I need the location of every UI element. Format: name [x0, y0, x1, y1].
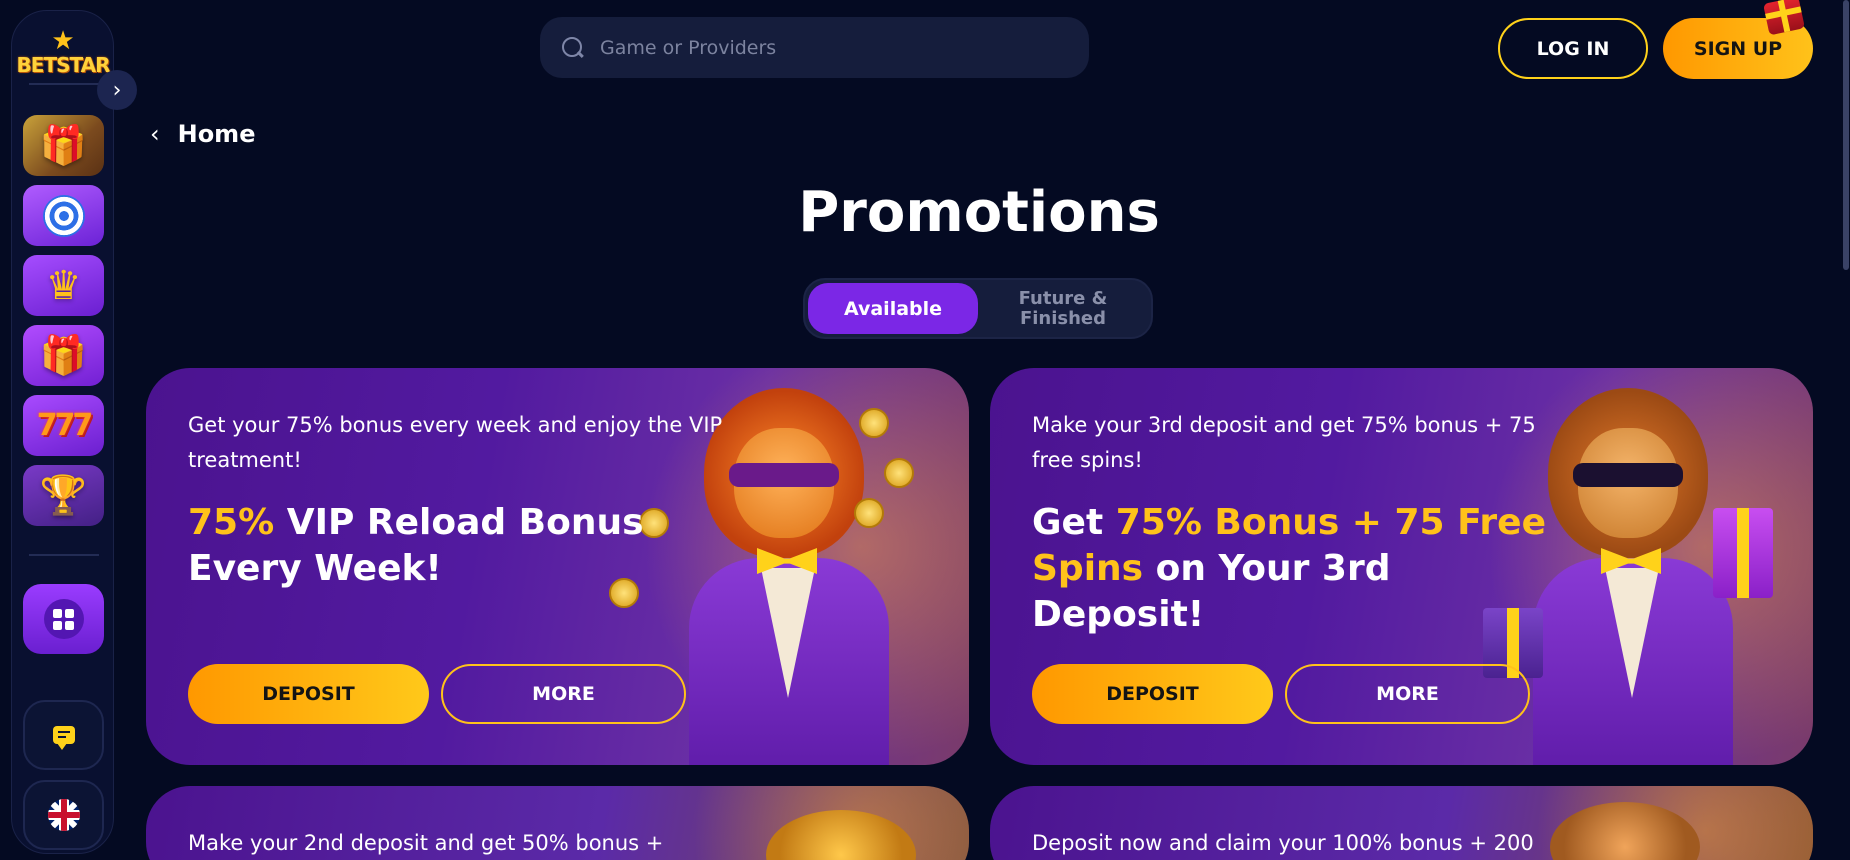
more-button[interactable]: MORE — [1285, 664, 1530, 724]
sidebar-item-crown[interactable]: ♛ — [23, 255, 104, 316]
sidebar-divider — [29, 554, 99, 556]
grid-icon — [43, 599, 84, 639]
more-button[interactable]: MORE — [441, 664, 686, 724]
promo-card-vip-reload: Get your 75% bonus every week and enjoy … — [146, 368, 969, 765]
sidebar-item-present[interactable]: 🎁 — [23, 325, 104, 386]
promo-card-2nd-deposit: Make your 2nd deposit and get 50% bonus … — [146, 786, 969, 860]
page-title: Promotions — [798, 180, 1160, 245]
sidebar: ★ BETSTAR 🎁 ♛ 🎁 777 🏆 — [11, 10, 114, 854]
tab-available[interactable]: Available — [808, 283, 978, 334]
promo-subtitle: Get your 75% bonus every week and enjoy … — [188, 413, 723, 472]
sidebar-item-trophy[interactable]: 🏆 — [23, 465, 104, 526]
chevron-left-icon[interactable]: ‹ — [150, 120, 160, 148]
language-button[interactable] — [23, 780, 104, 850]
promo-subtitle: Make your 2nd deposit and get 50% bonus … — [188, 831, 664, 855]
breadcrumb[interactable]: ‹ Home — [150, 118, 255, 150]
chat-icon — [52, 726, 75, 750]
promo-title: 75% VIP Reload Bonus Every Week! — [188, 502, 644, 589]
support-chat-button[interactable] — [23, 700, 104, 770]
present-icon: 🎁 — [39, 333, 88, 377]
apps-grid-button[interactable] — [23, 584, 104, 654]
promo-subtitle: Make your 3rd deposit and get 75% bonus … — [1032, 413, 1536, 472]
promo-subtitle: Deposit now and claim your 100% bonus + … — [1032, 831, 1534, 855]
crown-icon: ♛ — [45, 262, 82, 309]
promo-card-100-bonus: Deposit now and claim your 100% bonus + … — [990, 786, 1813, 860]
promotion-tabs: Available Future & Finished — [803, 278, 1153, 339]
sidebar-divider — [29, 83, 99, 85]
search-bar[interactable] — [540, 17, 1089, 78]
sidebar-expand-button[interactable]: › — [97, 70, 137, 110]
search-input[interactable] — [600, 36, 1020, 59]
uk-flag-icon — [47, 799, 80, 831]
sidebar-item-slots[interactable]: 777 — [23, 395, 104, 456]
chevron-right-icon: › — [112, 77, 122, 103]
search-icon — [562, 36, 584, 59]
trophy-icon: 🏆 — [39, 473, 88, 517]
logo-text: BETSTAR — [16, 53, 111, 77]
betstar-logo[interactable]: ★ BETSTAR — [17, 26, 111, 81]
slots-777-icon: 777 — [36, 408, 94, 443]
breadcrumb-home[interactable]: Home — [178, 120, 256, 148]
deposit-button[interactable]: DEPOSIT — [1032, 664, 1273, 724]
page-scrollbar[interactable] — [1843, 0, 1849, 270]
sidebar-item-gift-box[interactable]: 🎁 — [23, 115, 104, 176]
login-button[interactable]: LOG IN — [1498, 18, 1648, 79]
star-icon: ★ — [51, 26, 75, 56]
gift-icon: 🎁 — [39, 123, 88, 167]
promo-title: Get 75% Bonus + 75 Free Spins on Your 3r… — [1032, 502, 1547, 635]
deposit-button[interactable]: DEPOSIT — [188, 664, 429, 724]
tab-future-finished[interactable]: Future & Finished — [978, 283, 1148, 334]
promo-card-3rd-deposit: Make your 3rd deposit and get 75% bonus … — [990, 368, 1813, 765]
